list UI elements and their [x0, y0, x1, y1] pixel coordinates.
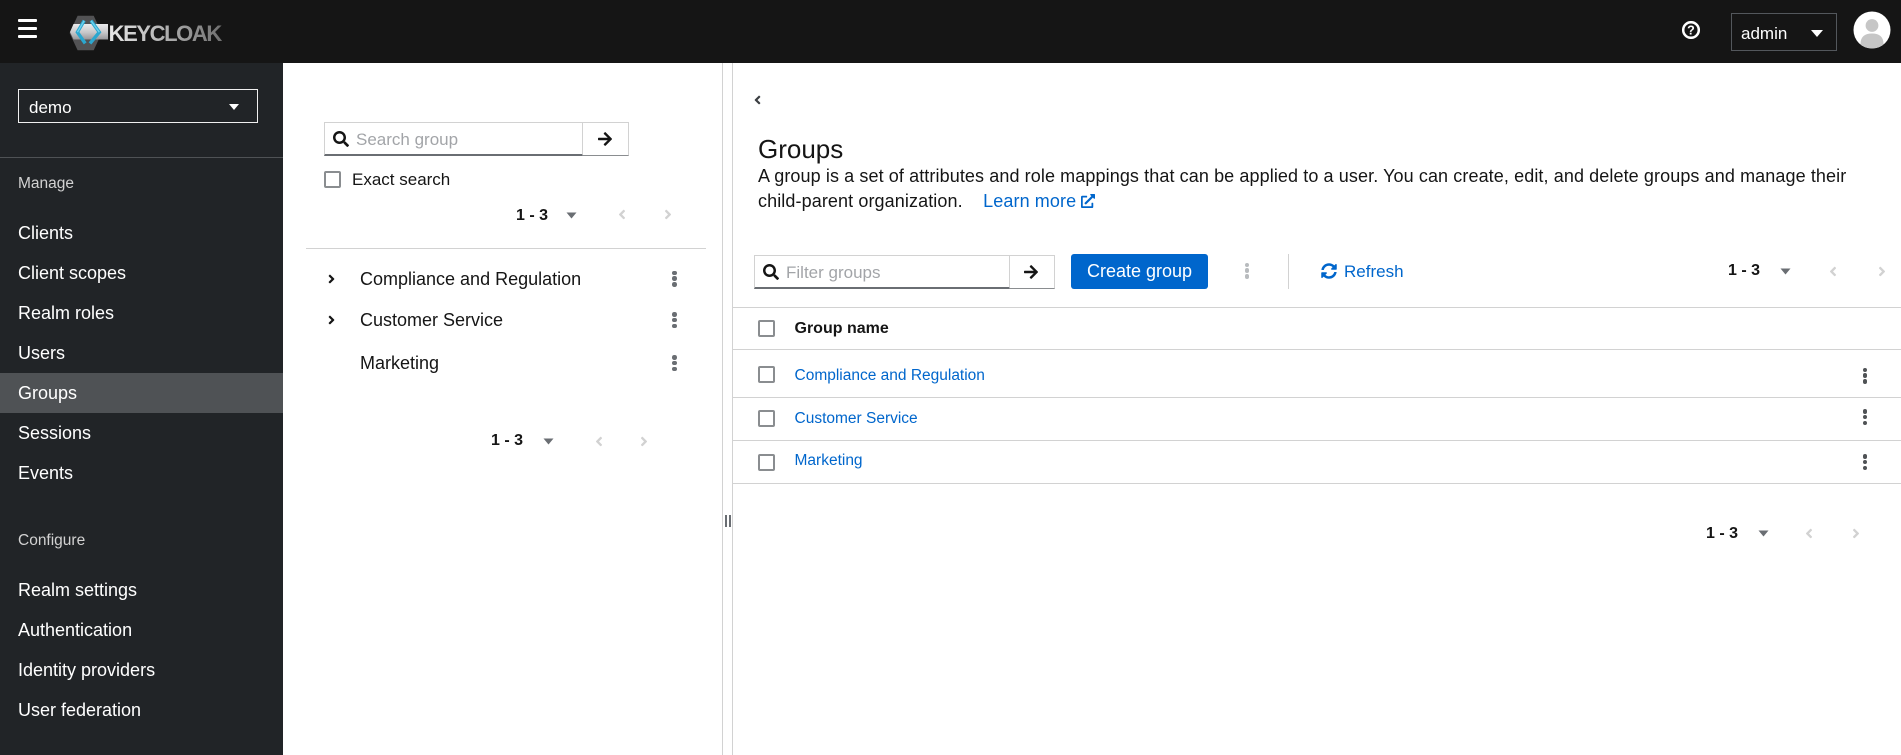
svg-text:?: ?: [1687, 23, 1695, 37]
svg-text:KEYCLOAK: KEYCLOAK: [109, 21, 223, 46]
